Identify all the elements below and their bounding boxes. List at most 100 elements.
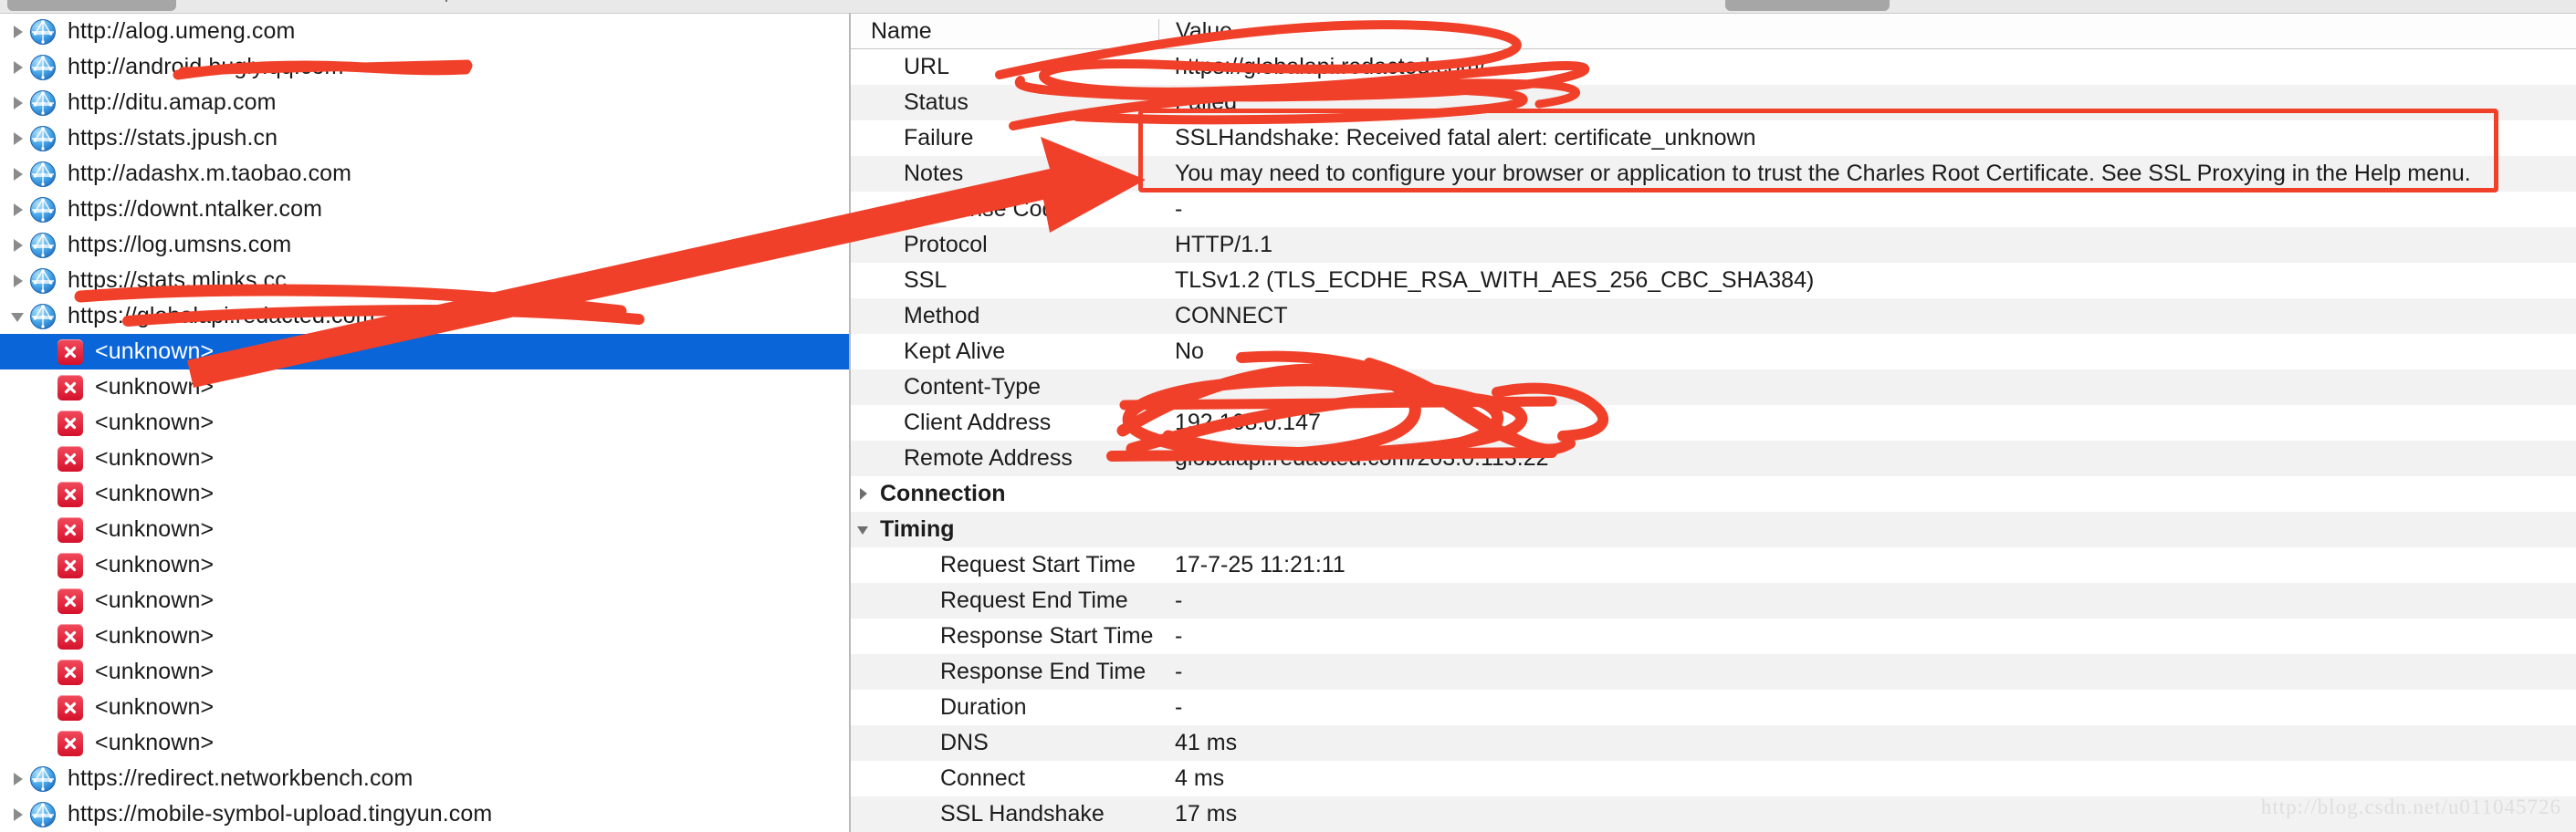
detail-row-value: 17-7-25 11:21:11: [1175, 552, 1346, 577]
tree-host-row[interactable]: https://downt.ntalker.com: [0, 192, 849, 227]
globe-icon: [29, 54, 57, 81]
tree-request-row[interactable]: <unknown>: [0, 369, 849, 405]
detail-row[interactable]: Notes You may need to configure your brow…: [851, 156, 2576, 192]
detail-label-text: Protocol: [904, 232, 988, 257]
tree-request-row[interactable]: <unknown>: [0, 476, 849, 512]
detail-label-text: Request Start Time: [940, 552, 1136, 577]
tree-request-row[interactable]: <unknown>: [0, 583, 849, 619]
toolbar-pill-right[interactable]: [1725, 0, 1890, 11]
detail-row[interactable]: Connect 4 ms: [851, 761, 2576, 796]
detail-row[interactable]: Response Code -: [851, 192, 2576, 227]
detail-row[interactable]: Remote Address globalapi.redacted.com/203…: [851, 441, 2576, 476]
tree-host-row[interactable]: http://adashx.m.taobao.com: [0, 156, 849, 192]
detail-row-label: Response Code: [851, 196, 1158, 223]
detail-row[interactable]: URL https://globalapi.redacted.com/: [851, 49, 2576, 85]
detail-row[interactable]: SSL TLSv1.2 (TLS_ECDHE_RSA_WITH_AES_256_C…: [851, 263, 2576, 298]
chevron-down-icon[interactable]: [856, 523, 876, 536]
detail-row[interactable]: Kept Alive No: [851, 334, 2576, 369]
detail-row-value: -: [1175, 623, 1183, 649]
detail-row[interactable]: Client Address 192.168.0.147: [851, 405, 2576, 441]
detail-row[interactable]: Connection: [851, 476, 2576, 512]
chevron-right-icon[interactable]: [5, 273, 29, 289]
tree-host-row[interactable]: http://ditu.amap.com: [0, 85, 849, 120]
detail-row[interactable]: Failure SSLHandshake: Received fatal aler…: [851, 120, 2576, 156]
detail-row-label: Notes: [851, 161, 1158, 187]
tree-request-row[interactable]: <unknown>: [0, 512, 849, 547]
tree-host-row[interactable]: https://redirect.networkbench.com: [0, 761, 849, 796]
detail-row-value: -: [1175, 374, 1183, 400]
detail-row[interactable]: Method CONNECT: [851, 298, 2576, 334]
detail-row-label: Duration: [851, 694, 1158, 721]
chevron-right-icon[interactable]: [5, 130, 29, 147]
watermark-text: http://blog.csdn.net/u011045726: [2260, 796, 2561, 818]
tree-row-label: <unknown>: [95, 588, 215, 613]
detail-row-value: You may need to configure your browser o…: [1175, 161, 2471, 186]
tree-row-label: https://stats.jpush.cn: [68, 125, 278, 151]
column-header-value[interactable]: Value: [1159, 18, 1232, 45]
chevron-down-icon[interactable]: [5, 308, 29, 325]
chevron-right-icon[interactable]: [5, 806, 29, 823]
detail-row[interactable]: Status Failed: [851, 85, 2576, 120]
tree-request-row[interactable]: <unknown>: [0, 547, 849, 583]
detail-row[interactable]: Response End Time -: [851, 654, 2576, 690]
error-icon: [57, 659, 84, 686]
chevron-right-icon[interactable]: [856, 487, 876, 501]
detail-row[interactable]: Content-Type -: [851, 369, 2576, 405]
detail-row[interactable]: Response Start Time -: [851, 619, 2576, 654]
detail-row-label: Response End Time: [851, 659, 1158, 685]
tree-request-row[interactable]: <unknown>: [0, 619, 849, 654]
globe-icon: [29, 125, 57, 152]
detail-row-label: SSL Handshake: [851, 801, 1158, 827]
tree-host-row[interactable]: https://mobile-symbol-upload.tingyun.com: [0, 796, 849, 832]
detail-row[interactable]: DNS 41 ms: [851, 725, 2576, 761]
chevron-right-icon[interactable]: [5, 166, 29, 182]
detail-row[interactable]: Request End Time -: [851, 583, 2576, 619]
chevron-right-icon[interactable]: [5, 59, 29, 76]
detail-row[interactable]: Protocol HTTP/1.1: [851, 227, 2576, 263]
tree-request-row[interactable]: <unknown>: [0, 654, 849, 690]
detail-row-value: TLSv1.2 (TLS_ECDHE_RSA_WITH_AES_256_CBC_…: [1175, 267, 1815, 293]
globe-icon: [29, 18, 57, 46]
detail-row-label: Content-Type: [851, 374, 1158, 400]
detail-row[interactable]: Request Start Time 17-7-25 11:21:11: [851, 547, 2576, 583]
chevron-right-icon[interactable]: [5, 237, 29, 254]
globe-icon: [29, 161, 57, 188]
tree-host-row[interactable]: http://android.bugly.qq.com: [0, 49, 849, 85]
error-icon: [57, 730, 84, 757]
detail-row[interactable]: Timing: [851, 512, 2576, 547]
chevron-right-icon[interactable]: [5, 95, 29, 111]
detail-label-text: URL: [904, 54, 950, 79]
tree-row-label: <unknown>: [95, 338, 215, 364]
detail-row-value: SSLHandshake: Received fatal alert: cert…: [1175, 125, 1756, 151]
tree-host-row[interactable]: https://log.umsns.com: [0, 227, 849, 263]
detail-row-label: SSL: [851, 267, 1158, 294]
tree-request-row[interactable]: <unknown>: [0, 690, 849, 725]
tree-request-row[interactable]: <unknown>: [0, 441, 849, 476]
chevron-right-icon[interactable]: [5, 771, 29, 787]
overview-detail-panel[interactable]: Name Value URL https://globalapi.redacted…: [851, 14, 2576, 832]
tree-host-row[interactable]: https://stats.jpush.cn: [0, 120, 849, 156]
detail-label-text: Method: [904, 303, 980, 328]
detail-label-text: SSL Handshake: [940, 801, 1105, 827]
chevron-right-icon[interactable]: [5, 202, 29, 218]
detail-label-text: Timing: [880, 516, 955, 542]
chevron-right-icon[interactable]: [5, 24, 29, 40]
tree-host-row[interactable]: https://globalapi.redacted.com: [0, 298, 849, 334]
error-icon: [57, 516, 84, 544]
tree-request-row[interactable]: <unknown>: [0, 725, 849, 761]
detail-label-text: Duration: [940, 694, 1027, 720]
detail-label-text: Content-Type: [904, 374, 1042, 400]
error-icon: [57, 481, 84, 508]
tree-host-row[interactable]: http://alog.umeng.com: [0, 14, 849, 49]
tree-host-row[interactable]: https://stats.mlinks.cc: [0, 263, 849, 298]
tree-request-row[interactable]: <unknown>: [0, 405, 849, 441]
tree-request-row[interactable]: <unknown>: [0, 334, 849, 369]
toolbar-pill-left[interactable]: [7, 0, 176, 11]
session-tree[interactable]: http://alog.umeng.com http://android.bugl…: [0, 14, 849, 832]
globe-icon: [29, 303, 57, 330]
detail-row[interactable]: Duration -: [851, 690, 2576, 725]
tree-row-label: <unknown>: [95, 552, 215, 577]
column-header-name[interactable]: Name: [851, 18, 1158, 45]
detail-row-label: Timing: [851, 516, 1158, 543]
detail-label-text: Notes: [904, 161, 964, 186]
